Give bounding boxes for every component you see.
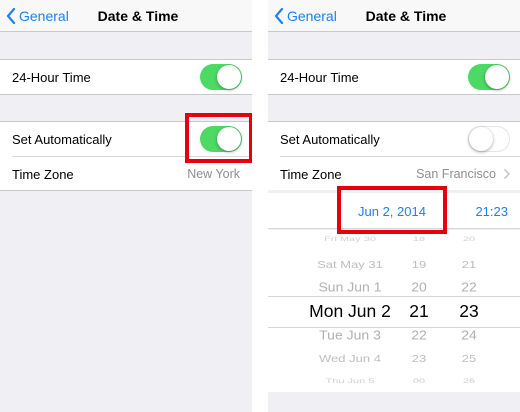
- left-screen: General Date & Time 24-Hour Time Set Aut…: [0, 0, 252, 412]
- back-button[interactable]: General: [274, 7, 337, 25]
- picker-hour-item: 18: [412, 236, 426, 243]
- timezone-label: Time Zone: [12, 167, 74, 182]
- hour24-row: 24-Hour Time: [268, 60, 520, 94]
- picker-day-item: Sat May 31: [317, 258, 383, 271]
- picker-hour-item: 20: [411, 279, 427, 295]
- auto-group: Set Automatically Time Zone New York: [0, 121, 252, 191]
- hour24-group: 24-Hour Time: [0, 59, 252, 95]
- back-button[interactable]: General: [6, 7, 69, 25]
- picker-hour-item: 21: [409, 301, 429, 322]
- toggle-knob: [217, 127, 241, 151]
- picker-day-item: Tue Jun 3: [319, 327, 381, 343]
- back-button-label: General: [19, 8, 69, 24]
- picker-minute-item: 26: [462, 378, 476, 385]
- set-automatically-row: Set Automatically: [0, 122, 252, 156]
- picker-day-item: Sun Jun 1: [318, 279, 382, 295]
- auto-group: Set Automatically Time Zone San Francisc…: [268, 121, 520, 190]
- picker-minute-item: 25: [461, 352, 477, 365]
- picker-minute-item: 23: [459, 301, 479, 322]
- date-value[interactable]: Jun 2, 2014: [358, 204, 426, 219]
- set-automatically-row: Set Automatically: [268, 122, 520, 156]
- set-automatically-toggle[interactable]: [468, 126, 510, 152]
- hour24-row: 24-Hour Time: [0, 60, 252, 94]
- picker-minute-column[interactable]: 20 21 22 23 24 25 26: [452, 230, 486, 392]
- picker-day-item: Thu Jun 5: [325, 378, 375, 385]
- back-button-label: General: [287, 8, 337, 24]
- chevron-left-icon: [6, 8, 16, 24]
- picker-hour-column[interactable]: 18 19 20 21 22 23 00: [404, 230, 434, 392]
- date-time-picker[interactable]: Fri May 30 Sat May 31 Sun Jun 1 Mon Jun 2 Tu…: [268, 230, 520, 392]
- picker-hour-item: 22: [411, 327, 427, 343]
- picker-minute-item: 21: [461, 258, 477, 271]
- picker-hour-item: 23: [411, 352, 427, 365]
- time-value[interactable]: 21:23: [475, 204, 508, 219]
- hour24-label: 24-Hour Time: [12, 70, 91, 85]
- picker-hour-item: 00: [412, 378, 426, 385]
- toggle-knob: [217, 65, 241, 89]
- chevron-left-icon: [274, 8, 284, 24]
- date-time-row: Jun 2, 2014 21:23: [268, 193, 520, 229]
- timezone-value: New York: [187, 167, 240, 181]
- picker-minute-item: 24: [461, 327, 477, 343]
- picker-day-item: Mon Jun 2: [309, 301, 391, 322]
- timezone-label: Time Zone: [280, 167, 342, 182]
- hour24-group: 24-Hour Time: [268, 59, 520, 95]
- picker-minute-item: 20: [462, 236, 476, 243]
- set-automatically-label: Set Automatically: [280, 132, 380, 147]
- timezone-row[interactable]: Time Zone San Francisco: [280, 156, 520, 190]
- bottom-background: [268, 392, 520, 412]
- picker-day-column[interactable]: Fri May 30 Sat May 31 Sun Jun 1 Mon Jun 2 Tu…: [298, 230, 402, 392]
- set-automatically-label: Set Automatically: [12, 132, 112, 147]
- timezone-row[interactable]: Time Zone New York: [12, 156, 252, 190]
- toggle-knob: [469, 127, 493, 151]
- right-screen: General Date & Time 24-Hour Time Set Aut…: [268, 0, 520, 412]
- hour24-label: 24-Hour Time: [280, 70, 359, 85]
- hour24-toggle[interactable]: [468, 64, 510, 90]
- toggle-knob: [485, 65, 509, 89]
- picker-hour-item: 19: [411, 258, 427, 271]
- picker-minute-item: 22: [461, 279, 477, 295]
- nav-bar: General Date & Time: [0, 0, 252, 32]
- picker-day-item: Fri May 30: [324, 236, 376, 243]
- timezone-value: San Francisco: [416, 167, 496, 181]
- hour24-toggle[interactable]: [200, 64, 242, 90]
- set-automatically-toggle[interactable]: [200, 126, 242, 152]
- picker-day-item: Wed Jun 4: [319, 352, 381, 365]
- nav-bar: General Date & Time: [268, 0, 520, 32]
- chevron-right-icon: [504, 169, 510, 179]
